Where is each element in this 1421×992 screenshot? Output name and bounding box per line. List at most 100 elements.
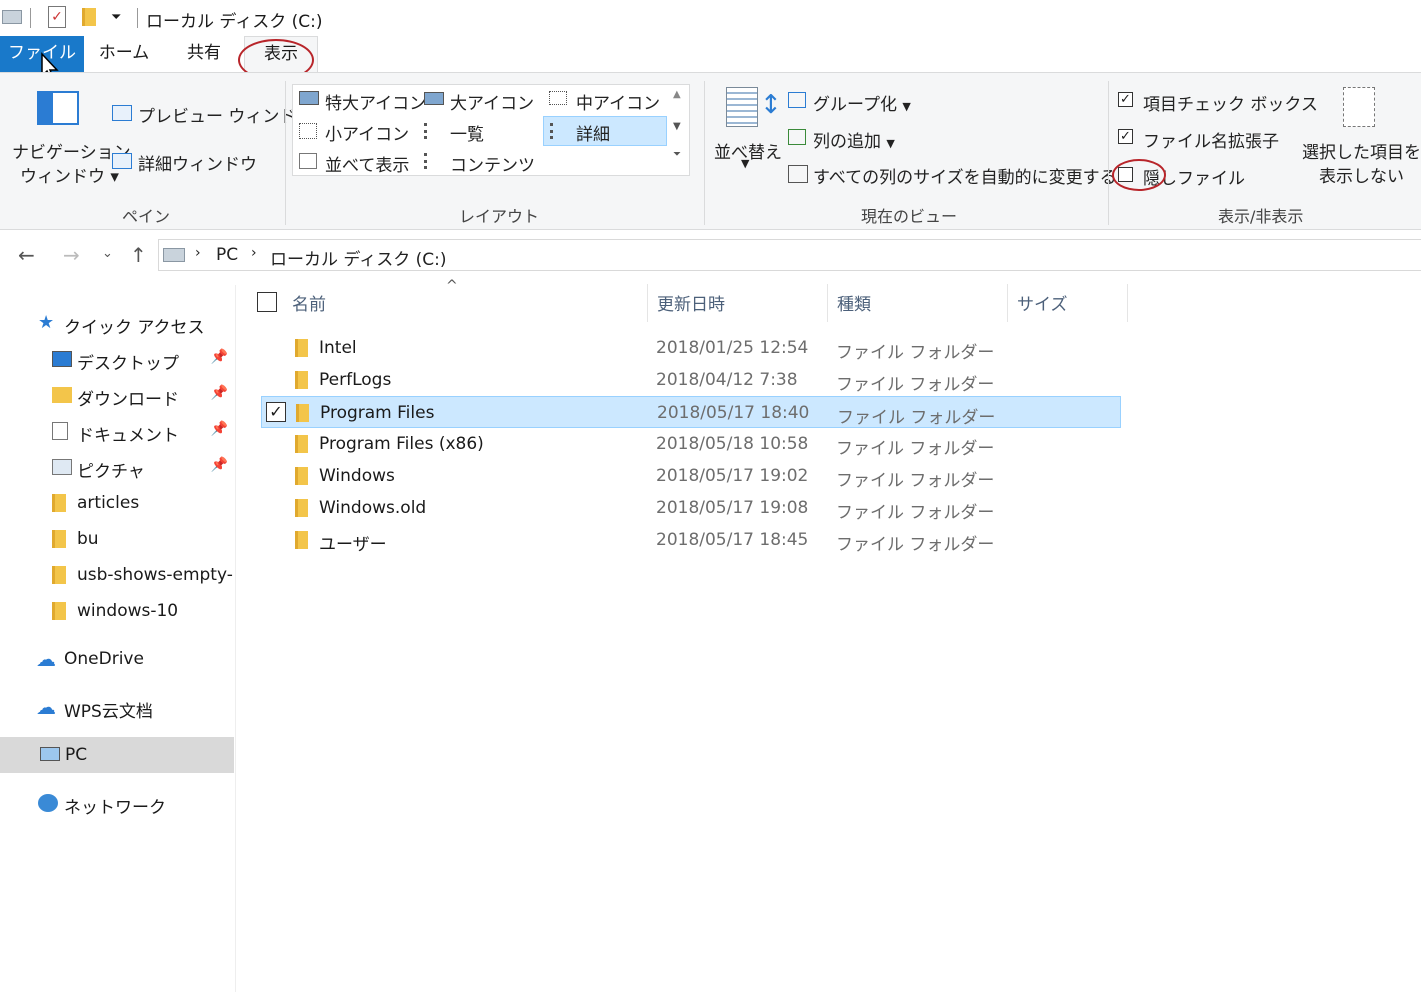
nav-item-articles[interactable]: articles [0,485,234,521]
nav-item-downloads[interactable]: ダウンロード 📌 [0,377,234,413]
size-all-columns-button[interactable]: すべての列のサイズを自動的に変更する [813,163,1117,188]
layout-tiles[interactable]: 並べて表示 [325,151,409,176]
item-checkboxes-checkbox[interactable]: ✓ [1118,92,1133,107]
hide-selected-icon[interactable] [1343,87,1375,127]
gallery-more-icon[interactable]: ⏷ [673,149,681,160]
extra-large-icons-icon [299,91,319,105]
large-icons-icon [424,92,444,105]
tab-home[interactable]: ホーム [96,36,152,72]
column-header-size[interactable]: サイズ [1017,290,1068,315]
properties-icon[interactable]: ✓ [48,6,66,28]
picture-icon [52,459,72,475]
ribbon-tabs: ファイル ホーム 共有 表示 [0,36,1421,81]
pin-icon[interactable]: 📌 [211,421,228,437]
pin-icon[interactable]: 📌 [211,349,228,365]
file-row[interactable]: Windows.old 2018/05/17 19:08 ファイル フォルダー [261,492,1121,524]
folder-icon [52,530,66,548]
folder-icon [295,467,308,485]
row-checkbox[interactable]: ✓ [266,402,286,422]
nav-item-desktop[interactable]: デスクトップ 📌 [0,341,234,377]
file-row[interactable]: ユーザー 2018/05/17 18:45 ファイル フォルダー [261,524,1121,556]
layout-details-selected[interactable]: 詳細 [543,116,667,146]
download-icon [52,387,72,403]
column-header-date[interactable]: 更新日時 [657,290,725,315]
folder-icon [295,499,308,517]
column-header-type[interactable]: 種類 [837,290,871,315]
sort-indicator-icon: ^ [446,278,458,294]
navigation-pane-label-2[interactable]: ウィンドウ ▾ [20,162,119,187]
document-icon [52,422,68,440]
file-row[interactable]: Program Files (x86) 2018/05/18 10:58 ファイ… [261,428,1121,460]
pin-icon[interactable]: 📌 [211,457,228,473]
group-by-button[interactable]: グループ化 ▼ [813,90,911,115]
column-header-name[interactable]: 名前 [292,290,326,315]
annotation-circle-hidden-items [1112,159,1166,191]
details-icon [550,123,568,139]
folder-icon [295,435,308,453]
breadcrumb-separator-icon[interactable]: › [195,245,201,261]
nav-network[interactable]: ネットワーク [0,785,234,821]
nav-item-documents[interactable]: ドキュメント 📌 [0,413,234,449]
forward-arrow-icon[interactable]: → [63,243,80,267]
layout-medium-icons[interactable]: 中アイコン [576,89,660,114]
file-extensions-label[interactable]: ファイル名拡張子 [1143,127,1279,152]
breadcrumb-pc[interactable]: PC [216,245,238,265]
layout-small-icons[interactable]: 小アイコン [325,120,409,145]
hide-selected-label-2[interactable]: 表示しない [1319,162,1404,187]
item-checkboxes-label[interactable]: 項目チェック ボックス [1143,90,1318,115]
cloud-icon: ☁ [36,647,56,671]
breadcrumb-local-disk[interactable]: ローカル ディスク (C:) [270,245,446,270]
details-pane-icon [112,153,132,169]
add-columns-button[interactable]: 列の追加 ▼ [813,127,895,152]
select-all-checkbox[interactable] [257,292,277,312]
file-row-selected[interactable]: ✓ Program Files 2018/05/17 18:40 ファイル フォ… [261,396,1121,428]
address-bar-row: ← → ⌄ ↑ › PC › ローカル ディスク (C:) [0,237,1421,275]
file-row[interactable]: PerfLogs 2018/04/12 7:38 ファイル フォルダー [261,364,1121,396]
breadcrumb-separator-icon[interactable]: › [251,245,257,261]
drive-icon [163,248,185,262]
nav-pc[interactable]: PC [0,737,234,773]
file-row[interactable]: Intel 2018/01/25 12:54 ファイル フォルダー [261,332,1121,364]
layout-large-icons[interactable]: 大アイコン [450,89,534,114]
folder-icon [52,494,66,512]
folder-icon [296,404,309,422]
hide-selected-label-1[interactable]: 選択した項目を [1302,138,1421,163]
navigation-pane-icon[interactable] [37,91,79,125]
file-extensions-checkbox[interactable]: ✓ [1118,129,1133,144]
group-label-layout: レイアウト [459,207,540,226]
layout-extra-large-icons[interactable]: 特大アイコン [325,89,426,114]
customize-qat-icon[interactable]: ⏷ [111,10,121,25]
gallery-scroll-down-icon[interactable]: ▼ [673,121,681,132]
nav-item-usb-shows-empty[interactable]: usb-shows-empty-b [0,557,234,593]
star-icon: ★ [38,312,55,333]
address-bar[interactable]: › PC › ローカル ディスク (C:) [158,239,1421,271]
up-arrow-icon[interactable]: ↑ [130,243,147,267]
nav-item-pictures[interactable]: ピクチャ 📌 [0,449,234,485]
wps-cloud-icon: ☁ [36,695,56,719]
recent-locations-icon[interactable]: ⌄ [102,246,113,261]
layout-content[interactable]: コンテンツ [450,151,535,176]
sort-by-icon[interactable] [726,87,758,127]
layout-list[interactable]: 一覧 [450,120,484,145]
new-folder-icon[interactable] [82,8,96,26]
preview-pane-button[interactable]: プレビュー ウィンドウ [138,102,313,127]
size-columns-icon [788,165,808,183]
nav-item-bu[interactable]: bu [0,521,234,557]
file-row[interactable]: Windows 2018/05/17 19:02 ファイル フォルダー [261,460,1121,492]
group-label-pane: ペイン [122,207,171,226]
pin-icon[interactable]: 📌 [211,385,228,401]
gallery-scroll-up-icon[interactable]: ▲ [673,89,681,100]
back-arrow-icon[interactable]: ← [18,243,35,267]
layout-gallery: 特大アイコン 大アイコン 中アイコン 小アイコン 一覧 詳細 並べて表示 コンテ… [292,84,690,176]
sort-arrow-icon: ↕ [760,90,782,120]
nav-item-windows-10[interactable]: windows-10 [0,593,234,629]
nav-quick-access[interactable]: ★ クイック アクセス [0,305,234,341]
layout-details[interactable]: 詳細 [576,120,610,145]
nav-onedrive[interactable]: ☁ OneDrive [0,641,234,677]
nav-wps[interactable]: ☁ WPS云文档 [0,689,234,725]
list-icon [424,123,442,139]
folder-icon [295,531,308,549]
sort-by-dropdown[interactable]: ▼ [741,157,749,170]
details-pane-button[interactable]: 詳細ウィンドウ [138,150,257,175]
tab-share[interactable]: 共有 [176,36,232,72]
